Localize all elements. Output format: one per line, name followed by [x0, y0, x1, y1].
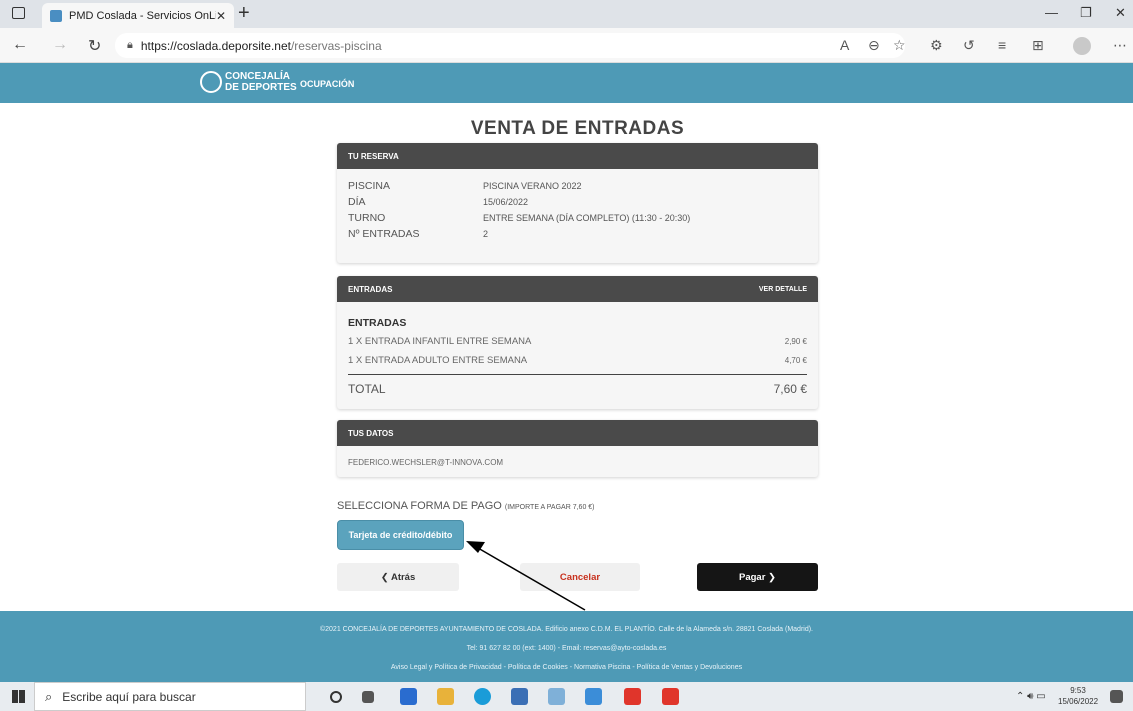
- forward-icon[interactable]: →: [52, 36, 68, 54]
- entrada-item-infantil: 1 X ENTRADA INFANTIL ENTRE SEMANA 2,90 €: [348, 336, 807, 347]
- reserva-card: TU RESERVA PISCINA PISCINA VERANO 2022 DÍ…: [337, 143, 818, 263]
- reserva-row-entradas: Nº ENTRADAS 2: [348, 228, 489, 240]
- coat-of-arms-icon: [200, 71, 222, 93]
- minimize-icon[interactable]: —: [1045, 5, 1058, 20]
- system-tray-icons[interactable]: ⌃ 🔊︎ ▭: [1016, 691, 1046, 702]
- app-icon-2[interactable]: [548, 688, 565, 705]
- datos-heading: TUS DATOS: [348, 428, 394, 438]
- reserva-card-header: TU RESERVA: [337, 143, 818, 169]
- ver-detalle-link[interactable]: VER DETALLE: [759, 286, 807, 293]
- notifications-icon[interactable]: [1110, 690, 1123, 703]
- cancel-button[interactable]: Cancelar: [520, 563, 640, 591]
- entradas-card-header: ENTRADAS VER DETALLE: [337, 276, 818, 302]
- windows-start-icon[interactable]: [12, 690, 25, 703]
- entradas-subtitle: ENTRADAS: [348, 317, 407, 329]
- back-button[interactable]: ❮ Atrás: [337, 563, 459, 591]
- app-icon-1[interactable]: [511, 688, 528, 705]
- datos-card: TUS DATOS FEDERICO.WECHSLER@T-INNOVA.COM: [337, 420, 818, 477]
- user-email: FEDERICO.WECHSLER@T-INNOVA.COM: [348, 458, 504, 467]
- read-aloud-icon[interactable]: A: [840, 37, 849, 53]
- more-menu-icon[interactable]: ⋯: [1113, 37, 1127, 54]
- total-label: TOTAL: [348, 382, 386, 396]
- entradas-heading: ENTRADAS: [348, 284, 393, 294]
- footer-legal-links[interactable]: Aviso Legal y Política de Privacidad - P…: [0, 664, 1133, 671]
- footer-address: ©2021 CONCEJALÍA DE DEPORTES AYUNTAMIENT…: [319, 626, 813, 633]
- search-placeholder: Escribe aquí para buscar: [62, 689, 196, 704]
- cortana-icon[interactable]: [330, 691, 342, 703]
- refresh-extension-icon[interactable]: ↺: [963, 37, 975, 54]
- favorites-list-icon[interactable]: ≡: [998, 37, 1006, 53]
- file-explorer-icon[interactable]: [437, 688, 454, 705]
- favorite-star-icon[interactable]: ☆: [893, 37, 906, 54]
- concejalia-logo[interactable]: CONCEJALÍA DE DEPORTES: [200, 71, 297, 93]
- lock-icon: 🔒︎: [127, 39, 133, 51]
- pay-button[interactable]: Pagar ❯: [697, 563, 818, 591]
- store-icon[interactable]: [400, 688, 417, 705]
- back-icon[interactable]: ←: [12, 36, 28, 54]
- restore-icon[interactable]: ❐: [1080, 5, 1092, 21]
- reserva-row-piscina: PISCINA PISCINA VERANO 2022: [348, 180, 582, 192]
- new-tab-icon[interactable]: +: [238, 3, 250, 23]
- logo-line2: DE DEPORTES: [225, 82, 297, 93]
- edge-icon[interactable]: [474, 688, 491, 705]
- taskbar-search-input[interactable]: ⌕ Escribe aquí para buscar: [34, 682, 306, 711]
- footer-contact: Tel: 91 627 82 00 (ext: 1400) - Email: r…: [466, 645, 667, 652]
- windows-taskbar: ⌕ Escribe aquí para buscar ⌃ 🔊︎ ▭ 9:53 1…: [0, 682, 1133, 711]
- total-value: 7,60 €: [773, 382, 807, 396]
- reserva-heading: TU RESERVA: [348, 151, 399, 161]
- site-favicon-icon: [50, 9, 62, 22]
- app-icon-3[interactable]: [624, 688, 641, 705]
- tab-actions-icon[interactable]: [12, 7, 25, 19]
- close-window-icon[interactable]: ✕: [1115, 5, 1126, 21]
- url-domain: https://coslada.deporsite.net: [140, 38, 291, 53]
- datos-card-header: TUS DATOS: [337, 420, 818, 446]
- page-title: VENTA DE ENTRADAS: [470, 118, 685, 139]
- url-path: /reservas-piscina: [290, 38, 382, 53]
- reserva-row-turno: TURNO ENTRE SEMANA (DÍA COMPLETO) (11:30 …: [348, 212, 691, 224]
- entradas-card: ENTRADAS VER DETALLE ENTRADAS 1 X ENTRAD…: [337, 276, 818, 409]
- extension-icon[interactable]: ⚙: [930, 37, 943, 54]
- importe-note: (IMPORTE A PAGAR 7,60 €): [504, 504, 595, 511]
- url-input[interactable]: 🔒︎ https://coslada.deporsite.net/reserva…: [115, 33, 905, 58]
- collections-icon[interactable]: ⊞: [1032, 37, 1044, 54]
- nav-ocupacion-link[interactable]: OCUPACIÓN: [300, 79, 354, 89]
- credit-card-button[interactable]: Tarjeta de crédito/débito: [337, 520, 464, 550]
- site-header: CONCEJALÍA DE DEPORTES OCUPACIÓN: [0, 63, 1133, 103]
- search-icon: ⌕: [45, 688, 53, 704]
- mail-icon[interactable]: [585, 688, 602, 705]
- entrada-item-adulto: 1 X ENTRADA ADULTO ENTRE SEMANA 4,70 €: [348, 355, 807, 366]
- tab-title: PMD Coslada - Servicios OnLine: [69, 9, 216, 22]
- total-row: TOTAL 7,60 €: [348, 374, 807, 396]
- site-footer: ©2021 CONCEJALÍA DE DEPORTES AYUNTAMIENT…: [0, 611, 1133, 682]
- browser-tab-bar: PMD Coslada - Servicios OnLine ✕ + — ❐ ✕: [0, 0, 1133, 28]
- taskbar-clock[interactable]: 9:53 15/06/2022: [1058, 685, 1098, 707]
- reload-icon[interactable]: ↻: [88, 36, 101, 56]
- zoom-icon[interactable]: ⊖: [868, 37, 880, 54]
- tab-close-icon[interactable]: ✕: [216, 9, 226, 23]
- task-view-icon[interactable]: [362, 691, 374, 703]
- browser-tab[interactable]: PMD Coslada - Servicios OnLine ✕: [42, 3, 234, 28]
- reserva-row-dia: DÍA 15/06/2022: [348, 196, 529, 208]
- logo-line1: CONCEJALÍA: [225, 71, 291, 82]
- app-icon-4[interactable]: [662, 688, 679, 705]
- profile-avatar-icon[interactable]: [1073, 37, 1091, 55]
- address-bar-row: ← → ↻ 🔒︎ https://coslada.deporsite.net/r…: [0, 28, 1133, 63]
- payment-method-label: SELECCIONA FORMA DE PAGO (IMPORTE A PAGA…: [337, 500, 595, 512]
